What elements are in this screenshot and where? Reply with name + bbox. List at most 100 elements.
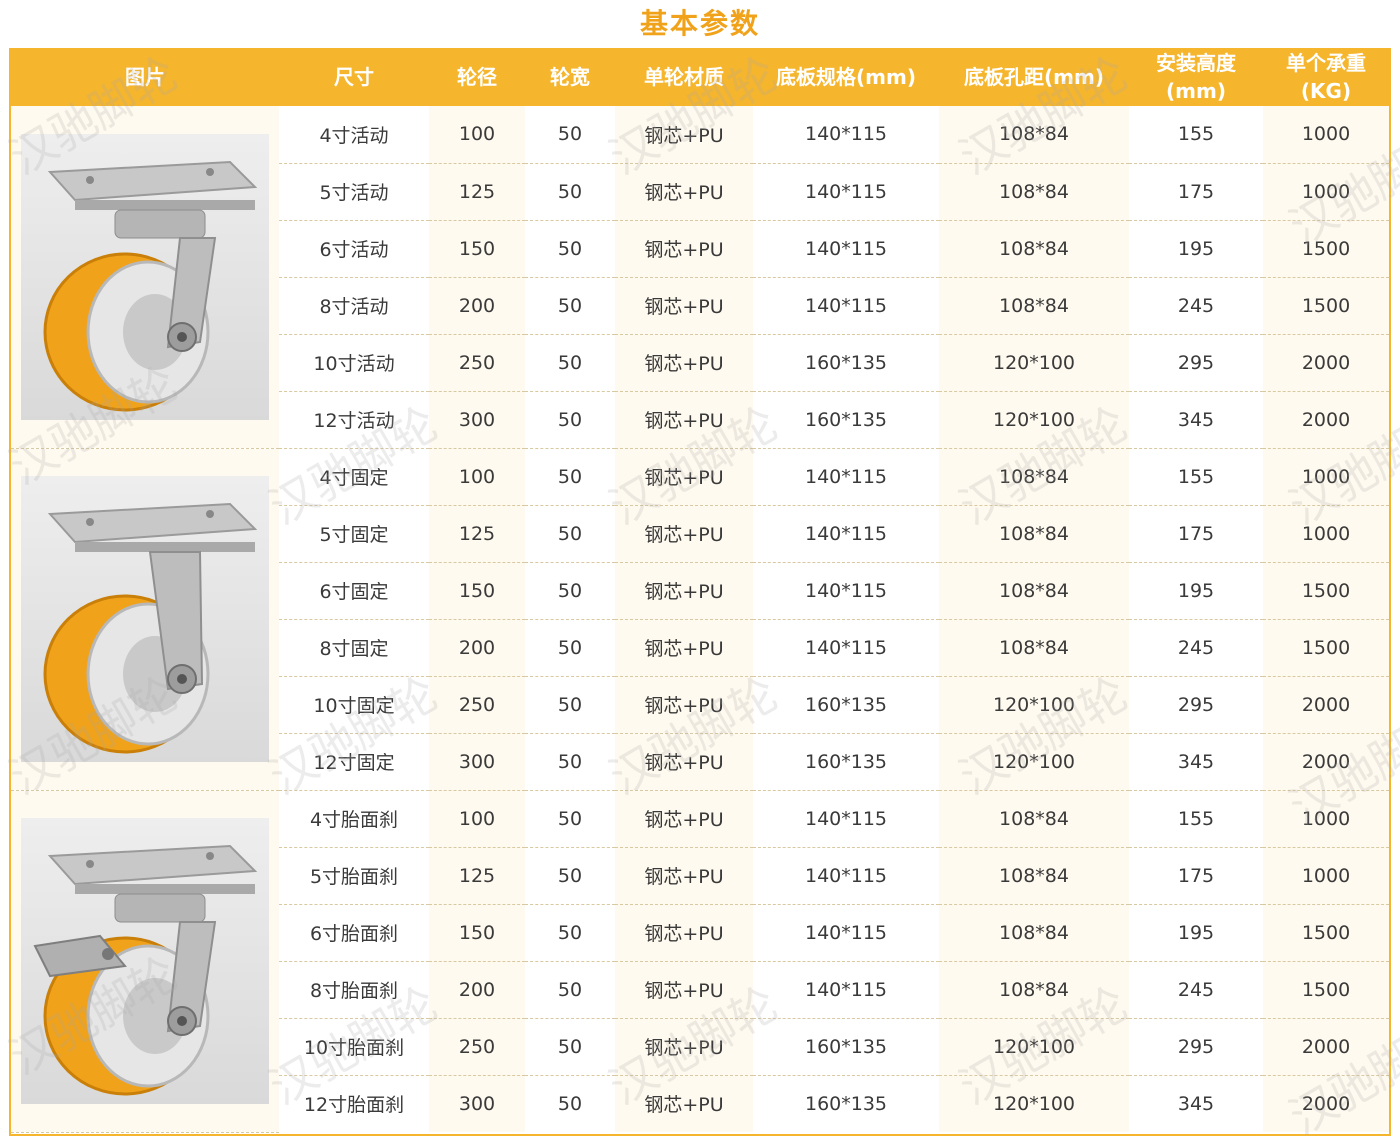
brake-caster-icon xyxy=(21,818,269,1104)
cell-height: 175 xyxy=(1129,505,1263,563)
cell-height: 175 xyxy=(1129,847,1263,905)
cell-load: 1000 xyxy=(1263,847,1389,905)
cell-hole: 108*84 xyxy=(939,106,1129,164)
cell-load: 1000 xyxy=(1263,448,1389,506)
cell-height: 195 xyxy=(1129,562,1263,620)
cell-hole: 108*84 xyxy=(939,505,1129,563)
cell-load: 2000 xyxy=(1263,676,1389,734)
cell-size: 10寸固定 xyxy=(279,676,429,734)
cell-load: 1000 xyxy=(1263,106,1389,164)
cell-load: 2000 xyxy=(1263,391,1389,449)
spec-table-container: 图片 尺寸 轮径 轮宽 单轮材质 底板规格(mm) 底板孔距(mm) 安装高度 … xyxy=(9,48,1391,1136)
cell-width: 50 xyxy=(525,904,615,962)
cell-load: 2000 xyxy=(1263,733,1389,791)
cell-plate: 160*135 xyxy=(804,1092,888,1115)
cell-plate: 140*115 xyxy=(753,448,939,506)
product-image-cell xyxy=(11,106,279,449)
spec-table: 图片 尺寸 轮径 轮宽 单轮材质 底板规格(mm) 底板孔距(mm) 安装高度 … xyxy=(11,48,1389,1133)
cell-width: 50 xyxy=(525,163,615,221)
cell-diameter: 200 xyxy=(429,619,525,677)
cell-height: 155 xyxy=(1129,448,1263,506)
cell-diameter: 150 xyxy=(429,220,525,278)
cell-load: 1500 xyxy=(1263,619,1389,677)
cell-plate: 140*115 xyxy=(753,562,939,620)
cell-size: 10寸活动 xyxy=(279,334,429,392)
cell-plate: 140*115 xyxy=(753,505,939,563)
cell-load: 2000 xyxy=(1263,334,1389,392)
cell-diameter: 300 xyxy=(429,733,525,791)
cell-plate: 160*135 xyxy=(753,391,939,449)
product-image-cell xyxy=(11,790,279,1133)
cell-hole: 108*84 xyxy=(939,790,1129,848)
cell-plate: 160*135 xyxy=(753,1018,939,1076)
header-size: 尺寸 xyxy=(334,65,374,89)
cell-material: 钢芯+PU xyxy=(615,847,753,905)
cell-hole: 108*84 xyxy=(939,904,1129,962)
cell-diameter: 300 xyxy=(429,1075,525,1132)
cell-width: 50 xyxy=(525,961,615,1019)
cell-height: 155 xyxy=(1129,106,1263,164)
page-title: 基本参数 xyxy=(639,7,760,40)
cell-height: 295 xyxy=(1129,334,1263,392)
cell-hole: 108*84 xyxy=(939,961,1129,1019)
cell-diameter: 200 xyxy=(429,961,525,1019)
cell-material: 钢芯+PU xyxy=(615,505,753,563)
cell-plate: 140*115 xyxy=(753,961,939,1019)
cell-plate: 140*115 xyxy=(753,790,939,848)
cell-material: 钢芯+PU xyxy=(615,562,753,620)
cell-hole: 120*100 xyxy=(939,1018,1129,1076)
cell-material: 钢芯+PU xyxy=(615,676,753,734)
cell-height: 345 xyxy=(1177,1092,1215,1115)
cell-height: 195 xyxy=(1129,904,1263,962)
cell-material: 钢芯+PU xyxy=(615,619,753,677)
cell-width: 50 xyxy=(525,676,615,734)
cell-width: 50 xyxy=(525,1018,615,1076)
cell-hole: 120*100 xyxy=(939,676,1129,734)
cell-material: 钢芯+PU xyxy=(615,1018,753,1076)
cell-size: 10寸胎面刹 xyxy=(279,1018,429,1076)
cell-material: 钢芯+PU xyxy=(615,904,753,962)
cell-plate: 140*115 xyxy=(753,619,939,677)
cell-load: 1000 xyxy=(1263,505,1389,563)
cell-material: 钢芯+PU xyxy=(615,334,753,392)
cell-material: 钢芯+PU xyxy=(615,790,753,848)
header-hole: 底板孔距(mm) xyxy=(964,65,1104,89)
cell-diameter: 125 xyxy=(429,163,525,221)
cell-size: 6寸活动 xyxy=(279,220,429,278)
cell-diameter: 250 xyxy=(429,334,525,392)
header-height: 安装高度 (mm) xyxy=(1156,51,1236,103)
cell-hole: 108*84 xyxy=(939,847,1129,905)
cell-material: 钢芯+PU xyxy=(615,391,753,449)
cell-plate: 160*135 xyxy=(753,676,939,734)
cell-material: 钢芯+PU xyxy=(615,448,753,506)
cell-height: 155 xyxy=(1129,790,1263,848)
cell-hole: 108*84 xyxy=(939,619,1129,677)
cell-height: 175 xyxy=(1129,163,1263,221)
cell-size: 12寸胎面刹 xyxy=(303,1094,405,1117)
cell-hole: 120*100 xyxy=(939,334,1129,392)
cell-plate: 140*115 xyxy=(753,106,939,164)
cell-material: 钢芯+PU xyxy=(615,961,753,1019)
cell-size: 5寸活动 xyxy=(279,163,429,221)
cell-height: 245 xyxy=(1129,619,1263,677)
cell-diameter: 100 xyxy=(429,448,525,506)
cell-size: 5寸胎面刹 xyxy=(279,847,429,905)
cell-diameter: 100 xyxy=(429,790,525,848)
cell-hole: 108*84 xyxy=(939,163,1129,221)
header-width: 轮宽 xyxy=(550,65,590,89)
cell-height: 195 xyxy=(1129,220,1263,278)
cell-width: 50 xyxy=(525,733,615,791)
cell-load: 1500 xyxy=(1263,277,1389,335)
cell-diameter: 100 xyxy=(429,106,525,164)
header-material: 单轮材质 xyxy=(644,65,724,89)
cell-height: 345 xyxy=(1129,733,1263,791)
cell-diameter: 300 xyxy=(429,391,525,449)
cell-height: 345 xyxy=(1129,391,1263,449)
cell-diameter: 150 xyxy=(429,562,525,620)
table-row: 4寸胎面刹 100 50 钢芯+PU 140*115 108*84 155 1000 xyxy=(11,790,1389,1133)
cell-width: 50 xyxy=(525,220,615,278)
cell-width: 50 xyxy=(525,334,615,392)
cell-diameter: 250 xyxy=(429,676,525,734)
cell-plate: 160*135 xyxy=(753,334,939,392)
cell-width: 50 xyxy=(525,391,615,449)
